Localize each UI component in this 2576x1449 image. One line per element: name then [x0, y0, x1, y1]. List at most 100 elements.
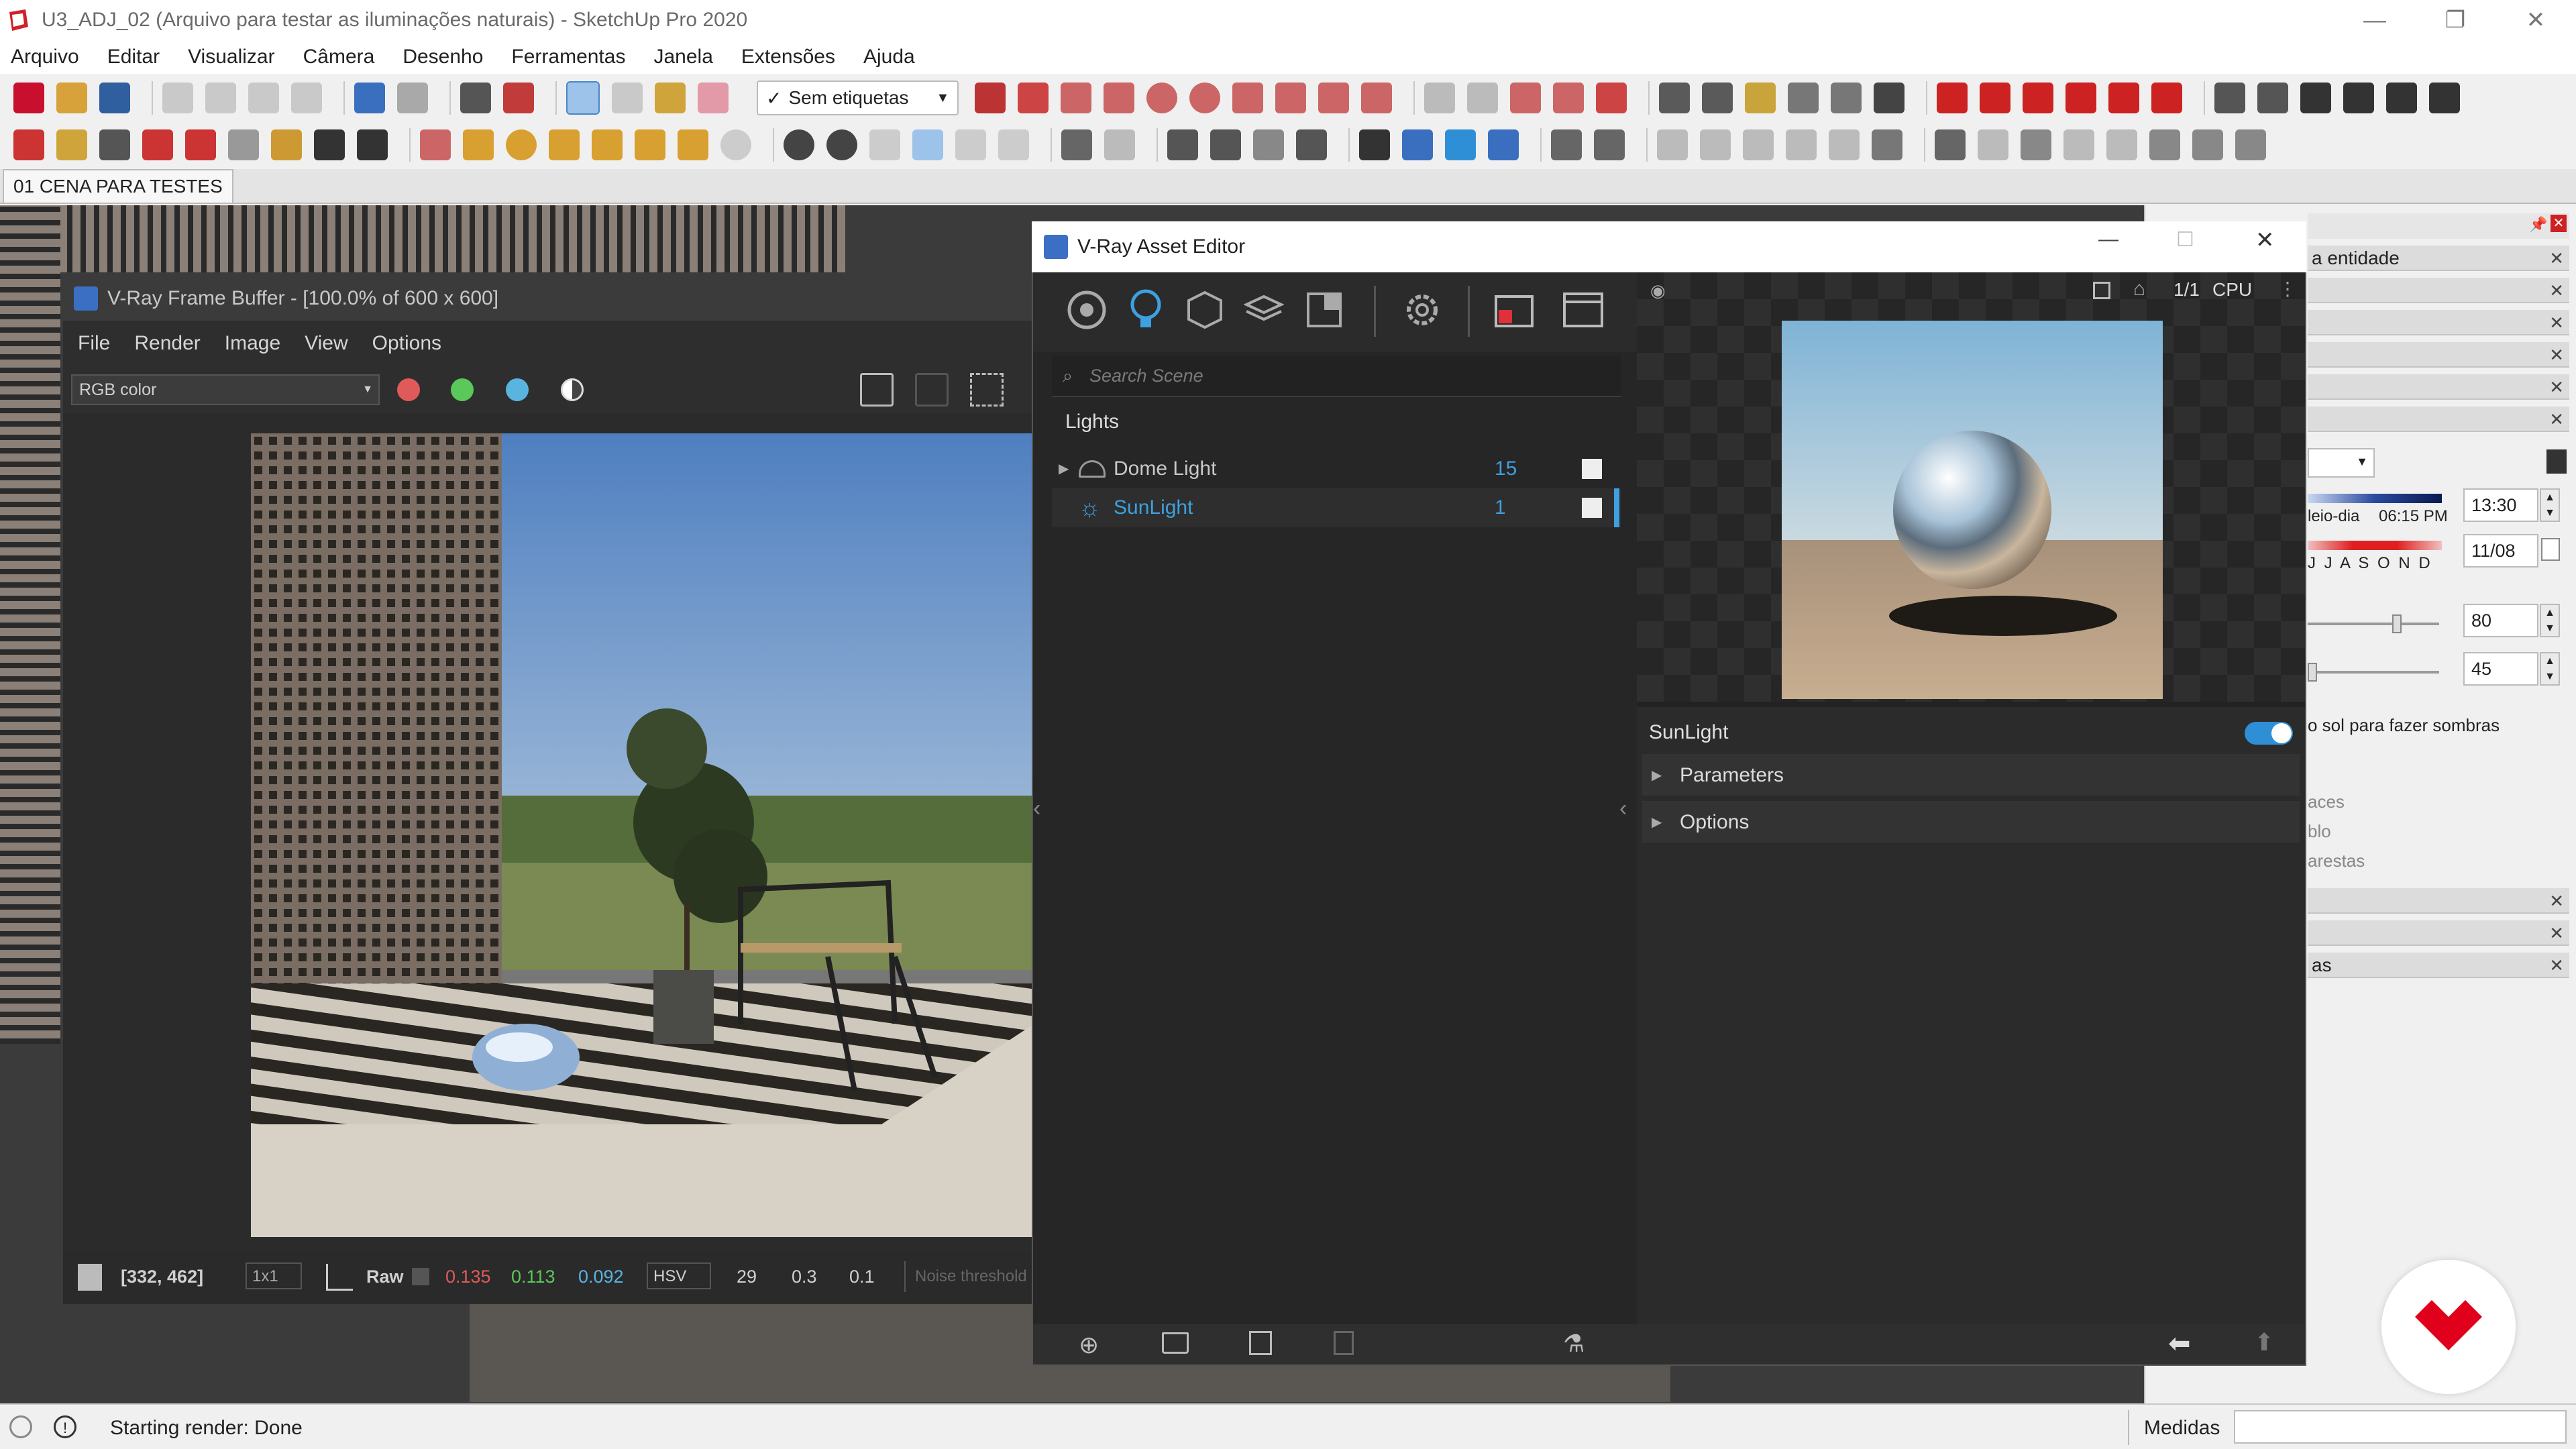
- materials-icon[interactable]: [1067, 290, 1107, 330]
- light-spinner[interactable]: ▲ ▼: [2540, 604, 2560, 637]
- lock-icon[interactable]: [1296, 129, 1327, 160]
- vfb-menu-options[interactable]: Options: [372, 332, 441, 355]
- align-icon[interactable]: [1061, 129, 1092, 160]
- frame-buffer-icon[interactable]: [1560, 287, 1607, 334]
- layers-icon[interactable]: [1253, 129, 1284, 160]
- menu-desenho[interactable]: Desenho: [402, 46, 483, 68]
- subtract-icon[interactable]: [1743, 129, 1774, 160]
- push-icon[interactable]: [1980, 83, 2011, 113]
- intersect-icon[interactable]: [1786, 129, 1817, 160]
- tray-option-faces[interactable]: aces: [2308, 792, 2345, 812]
- collapse-middle-icon[interactable]: ‹: [1619, 796, 1627, 822]
- back-view-icon[interactable]: [2429, 83, 2461, 113]
- list-item-sunlight[interactable]: ☼ SunLight 1: [1052, 488, 1621, 527]
- select-arrow-icon[interactable]: [566, 81, 600, 115]
- vfb-menu-view[interactable]: View: [305, 332, 347, 355]
- tray-row-close-icon[interactable]: ✕: [2549, 953, 2564, 978]
- timezone-dropdown[interactable]: ▼: [2308, 448, 2375, 478]
- time-gradient-bar[interactable]: [2308, 494, 2442, 503]
- axes-icon[interactable]: [1831, 83, 1862, 113]
- tray-row-close-icon[interactable]: ✕: [2549, 246, 2564, 271]
- omni-light-icon[interactable]: [635, 129, 665, 160]
- channel-select[interactable]: RGB color ▼: [71, 374, 380, 405]
- offset-box-icon[interactable]: [2151, 83, 2183, 113]
- vray-render-icon[interactable]: [13, 129, 44, 160]
- geo-location-icon[interactable]: [9, 1415, 32, 1438]
- pie-icon[interactable]: [1361, 83, 1393, 113]
- union-icon[interactable]: [1700, 129, 1731, 160]
- position-camera-icon[interactable]: [271, 129, 302, 160]
- tray-option-edges[interactable]: arestas: [2308, 851, 2365, 871]
- date-input[interactable]: 11/08: [2463, 534, 2538, 568]
- tray-row[interactable]: ✕: [2308, 374, 2569, 400]
- up-arrow-icon[interactable]: ⬆: [2254, 1328, 2274, 1356]
- menu-ferramentas[interactable]: Ferramentas: [511, 46, 625, 68]
- tray-row[interactable]: ✕: [2308, 342, 2569, 368]
- zoom-icon[interactable]: [99, 129, 130, 160]
- minimize-button[interactable]: —: [2334, 0, 2415, 40]
- sunlight-checkbox[interactable]: [1582, 498, 1602, 518]
- two-point-arc-icon[interactable]: [1275, 83, 1307, 113]
- collapse-left-icon[interactable]: ‹: [1033, 796, 1040, 822]
- front-view-icon[interactable]: [2343, 83, 2375, 113]
- lights-icon[interactable]: [1126, 287, 1166, 331]
- light-slider-track[interactable]: [2308, 623, 2439, 625]
- zoom-extents-icon[interactable]: [185, 129, 216, 160]
- colorspace-dropdown[interactable]: HSV: [647, 1263, 711, 1289]
- tray-row[interactable]: ✕: [2308, 920, 2569, 946]
- sphere-light-icon[interactable]: [720, 129, 751, 160]
- tray-row-close-icon[interactable]: ✕: [2549, 888, 2564, 914]
- window-icon[interactable]: [1167, 129, 1198, 160]
- close-button[interactable]: ✕: [2255, 227, 2275, 254]
- list-item-dome-light[interactable]: ▶ Dome Light 15: [1052, 449, 1621, 488]
- cube-solid-icon[interactable]: [1488, 129, 1519, 160]
- frame-icon[interactable]: [1210, 129, 1241, 160]
- vray-sphere-icon[interactable]: [826, 129, 857, 160]
- rotate-icon[interactable]: [2023, 83, 2054, 113]
- tape-measure-icon[interactable]: [1659, 83, 1690, 113]
- paint-icon[interactable]: [56, 129, 87, 160]
- arc-icon[interactable]: [1232, 83, 1264, 113]
- preview-toggle-icon[interactable]: ◉: [1650, 280, 1666, 301]
- textures-icon[interactable]: [1304, 290, 1344, 330]
- geometry-icon[interactable]: [1185, 290, 1225, 330]
- render-image[interactable]: [251, 433, 1034, 1237]
- more-options-icon[interactable]: ⋮: [2278, 278, 2297, 300]
- region-render-icon[interactable]: [970, 373, 1004, 407]
- vray-logo-icon[interactable]: [784, 129, 814, 160]
- 3d-text-icon[interactable]: [1874, 83, 1905, 113]
- outer-shell-icon[interactable]: [1872, 129, 1902, 160]
- time-spinner[interactable]: ▲ ▼: [2540, 488, 2560, 522]
- parameters-rollout[interactable]: ▶ Parameters: [1642, 754, 2300, 797]
- back-arrow-icon[interactable]: ⬅: [2168, 1328, 2191, 1359]
- three-point-arc-icon[interactable]: [1318, 83, 1350, 113]
- light-slider-thumb[interactable]: [2392, 614, 2402, 633]
- date-gradient-bar[interactable]: [2308, 541, 2442, 550]
- group-icon[interactable]: [1551, 129, 1582, 160]
- green-channel-button[interactable]: [451, 378, 474, 401]
- settings-gear-icon[interactable]: [1402, 290, 1442, 330]
- trim-icon[interactable]: [1829, 129, 1860, 160]
- time-input[interactable]: 13:30: [2463, 488, 2538, 522]
- textured-icon[interactable]: [2192, 129, 2223, 160]
- follow-me-icon[interactable]: [1467, 83, 1499, 113]
- refresh-icon[interactable]: [998, 129, 1029, 160]
- expand-arrow-icon[interactable]: ▶: [1059, 449, 1069, 488]
- rotated-rectangle-icon[interactable]: [1104, 83, 1135, 113]
- tray-row-close-icon[interactable]: ✕: [2549, 342, 2564, 368]
- sandbox-icon[interactable]: [463, 129, 494, 160]
- tray-row[interactable]: ✕: [2308, 888, 2569, 914]
- preview-scene-icon[interactable]: [2093, 282, 2110, 299]
- preview-divider[interactable]: [1637, 702, 2305, 707]
- blue-channel-button[interactable]: [506, 378, 529, 401]
- dimension-icon[interactable]: [1702, 83, 1733, 113]
- right-view-icon[interactable]: [2386, 83, 2418, 113]
- eraser-icon[interactable]: [698, 83, 729, 113]
- zoom-dropdown[interactable]: 1x1: [246, 1263, 302, 1289]
- scale-box-icon[interactable]: [2108, 83, 2140, 113]
- tray-row-close-icon[interactable]: ✕: [2549, 374, 2564, 400]
- close-button[interactable]: ✕: [2496, 0, 2576, 40]
- options-rollout[interactable]: ▶ Options: [1642, 801, 2300, 844]
- cube-blue-icon[interactable]: [1402, 129, 1433, 160]
- pencil-icon[interactable]: [975, 83, 1006, 113]
